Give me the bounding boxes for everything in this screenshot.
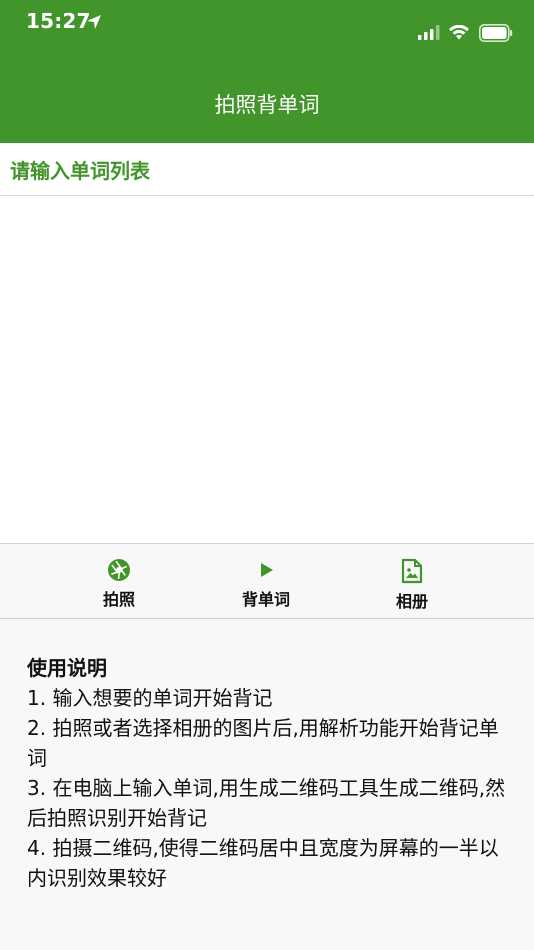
battery-icon — [479, 24, 513, 42]
play-icon — [261, 563, 273, 577]
camera-aperture-icon — [108, 559, 130, 581]
location-arrow-icon — [87, 15, 101, 29]
signal-bars-icon — [418, 25, 440, 40]
instructions-heading: 使用说明 — [27, 656, 107, 680]
instruction-line: 1. 输入想要的单词开始背记 — [27, 686, 273, 710]
memorize-words-label: 背单词 — [241, 590, 290, 609]
take-photo-label: 拍照 — [102, 590, 135, 609]
instruction-line: 3. 在电脑上输入单词,用生成二维码工具生成二维码,然后拍照识别开始背记 — [27, 776, 506, 830]
word-list-label: 请输入单词列表 — [0, 143, 534, 196]
wifi-icon — [449, 25, 469, 40]
action-toolbar: 拍照 背单词 相册 — [0, 544, 534, 619]
usage-instructions: 使用说明 1. 输入想要的单词开始背记 2. 拍照或者选择相册的图片后,用解析功… — [0, 619, 534, 893]
photo-file-icon — [401, 558, 423, 584]
memorize-words-button[interactable]: 背单词 — [226, 558, 306, 612]
instruction-line: 4. 拍摄二维码,使得二维码居中且宽度为屏幕的一半以内识别效果较好 — [27, 836, 499, 890]
instruction-line: 2. 拍照或者选择相册的图片后,用解析功能开始背记单词 — [27, 716, 499, 770]
photo-album-label: 相册 — [395, 592, 428, 611]
photo-album-button[interactable]: 相册 — [372, 558, 452, 612]
page-title: 拍照背单词 — [214, 93, 320, 117]
status-time: 15:27 — [26, 9, 91, 33]
status-bar: 15:27 — [0, 0, 534, 48]
take-photo-button[interactable]: 拍照 — [79, 558, 159, 612]
word-list-input[interactable] — [0, 196, 534, 544]
top-header: 15:27 拍照背单词 — [0, 0, 534, 143]
